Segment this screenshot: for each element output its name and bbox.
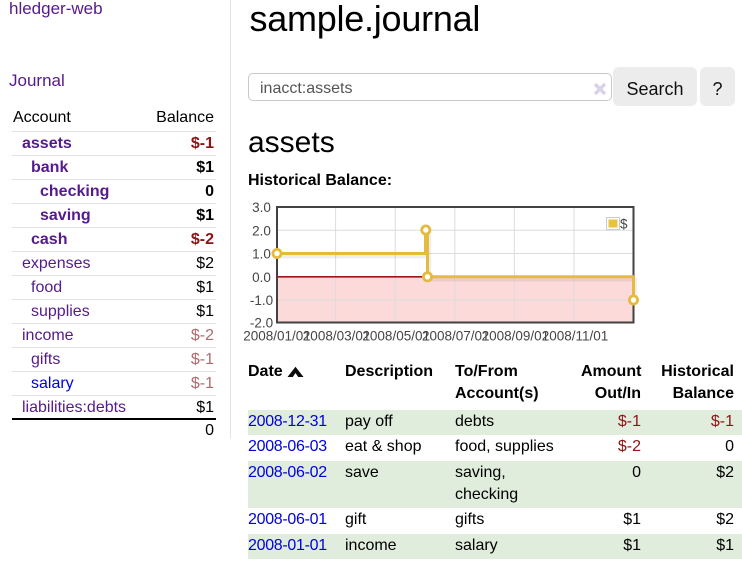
svg-text:2008/05/01: 2008/05/01 [362, 329, 430, 344]
svg-text:-1.0: -1.0 [250, 293, 273, 308]
svg-text:2008/03/01: 2008/03/01 [303, 329, 371, 344]
svg-text:2.0: 2.0 [252, 223, 271, 238]
svg-text:2008/09/01: 2008/09/01 [482, 329, 550, 344]
svg-text:2008/01/01: 2008/01/01 [243, 329, 311, 344]
svg-text:2008/07/01: 2008/07/01 [422, 329, 490, 344]
svg-text:$: $ [620, 217, 628, 232]
svg-text:2008/11/01: 2008/11/01 [542, 329, 609, 344]
svg-text:0.0: 0.0 [252, 270, 271, 285]
svg-text:1.0: 1.0 [252, 247, 271, 262]
svg-text:3.0: 3.0 [252, 200, 271, 215]
